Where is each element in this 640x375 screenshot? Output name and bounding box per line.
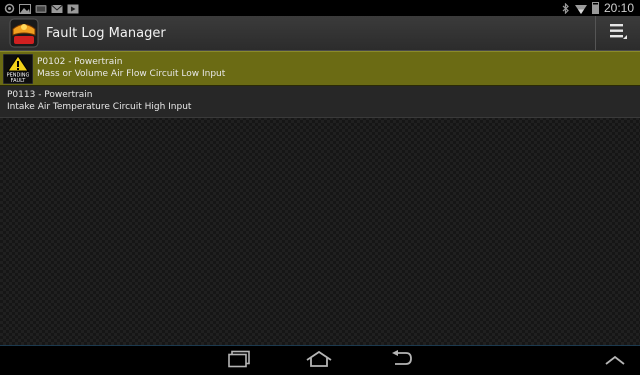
system-status: 20:10 [562,0,640,18]
back-icon [388,350,414,372]
fault-text: P0113 - Powertrain Intake Air Temperatur… [0,90,191,113]
image-icon [19,0,31,18]
list-item[interactable]: PENDING FAULT P0102 - Powertrain Mass or… [0,51,640,86]
fault-description: Intake Air Temperature Circuit High Inpu… [7,102,192,112]
pending-fault-icon: PENDING FAULT [2,53,34,84]
overflow-menu-button[interactable] [595,16,640,50]
bluetooth-icon [562,0,570,18]
app-screen: 20:10 Fault Log Manager PENDING FAULT P0… [0,0,640,375]
fault-code: P0102 - Powertrain [37,57,123,67]
tablet-icon [35,0,47,18]
play-store-icon [67,0,79,18]
status-bar: 20:10 [0,0,640,16]
collapse-up-button[interactable] [598,350,632,372]
fault-description: Mass or Volume Air Flow Circuit Low Inpu… [37,69,226,79]
list-item[interactable]: P0113 - Powertrain Intake Air Temperatur… [0,86,640,118]
action-bar: Fault Log Manager [0,16,640,51]
navigation-bar [0,345,640,375]
battery-icon [591,2,599,14]
wifi-icon [574,0,587,18]
notification-icons [0,0,79,18]
fault-code: P0113 - Powertrain [7,90,93,100]
home-icon [305,350,333,372]
app-logo-icon[interactable] [9,18,39,48]
home-button[interactable] [302,350,336,372]
recent-apps-button[interactable] [222,350,256,372]
collapse-up-icon [604,352,626,371]
location-icon [4,0,15,18]
page-title: Fault Log Manager [46,25,166,41]
fault-text: P0102 - Powertrain Mass or Volume Air Fl… [37,57,225,80]
fault-list: PENDING FAULT P0102 - Powertrain Mass or… [0,51,640,118]
overflow-menu-icon [609,22,627,44]
back-button[interactable] [384,350,418,372]
mail-icon [51,0,63,18]
pending-badge-line2: FAULT [11,78,27,84]
clock: 20:10 [603,1,634,15]
recent-apps-icon [226,350,252,372]
